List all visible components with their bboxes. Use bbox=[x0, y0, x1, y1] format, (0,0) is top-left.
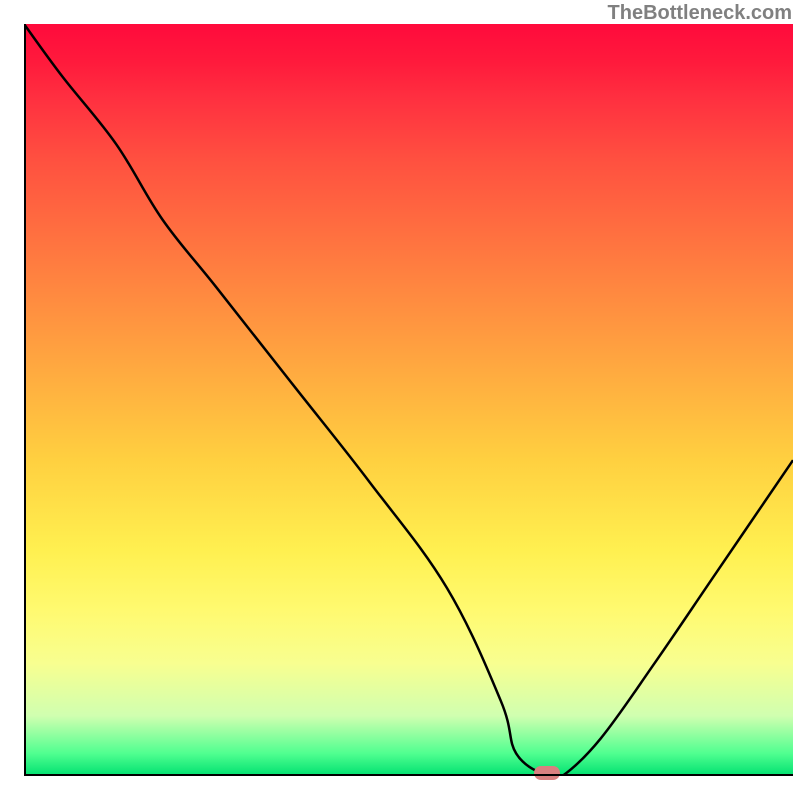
bottleneck-chart: TheBottleneck.com bbox=[0, 0, 800, 800]
x-axis bbox=[24, 774, 793, 776]
bottleneck-curve-path bbox=[24, 24, 793, 776]
optimal-point-marker bbox=[534, 766, 560, 780]
curve-layer bbox=[24, 24, 793, 776]
y-axis bbox=[24, 24, 26, 776]
source-watermark: TheBottleneck.com bbox=[608, 2, 792, 25]
